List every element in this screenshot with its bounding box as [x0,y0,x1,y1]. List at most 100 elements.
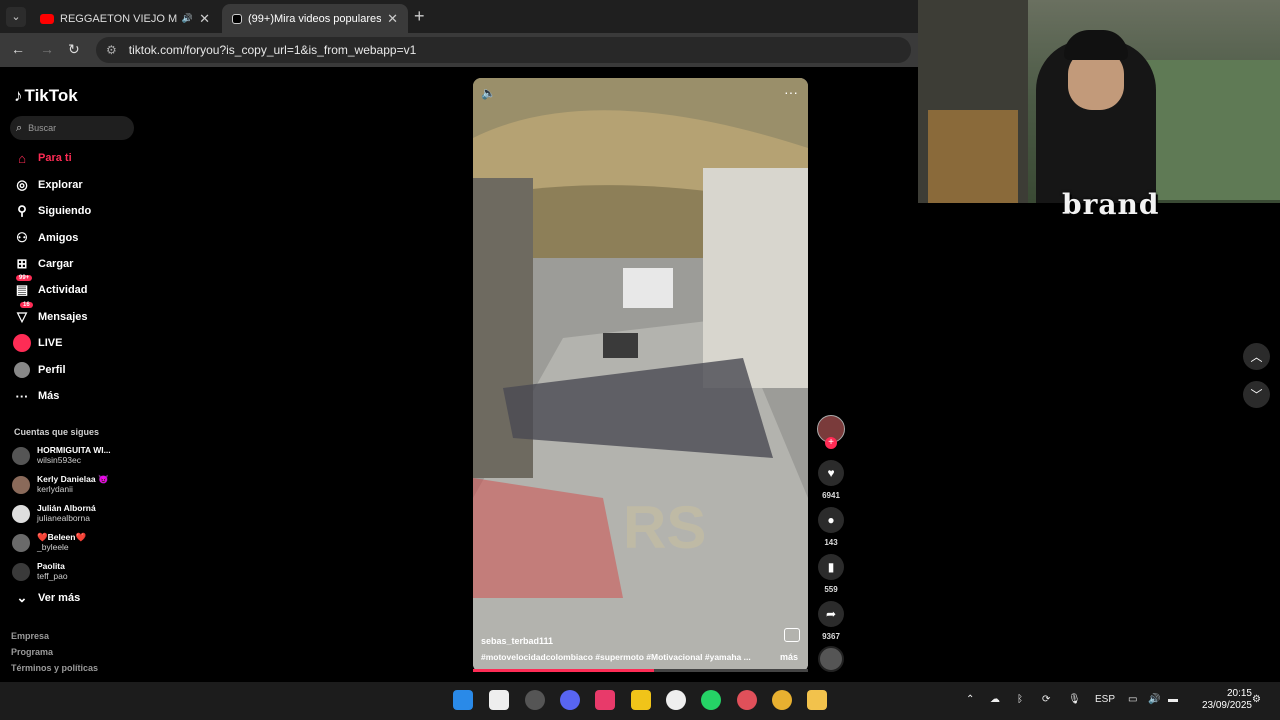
discord-icon[interactable] [560,690,580,710]
streamer-cap [1064,30,1128,60]
volume-tray-icon[interactable]: 🔊 [1148,694,1160,705]
next-video-button[interactable]: ﹀ [1243,381,1270,408]
bluetooth-icon[interactable]: ᛒ [1017,694,1023,705]
file-explorer-icon[interactable] [807,690,827,710]
tray-chevron-up-icon[interactable]: ⌃ [966,694,974,705]
see-more-button[interactable]: ⌄ Ver más [12,588,81,608]
site-info-icon[interactable]: ⚙ [106,43,117,57]
chevron-down-icon: ﹀ [1250,388,1263,402]
followed-account[interactable]: Kerly Danielaa 😈 kerlydanii [12,474,109,494]
capcut-icon[interactable] [489,690,509,710]
clock-date: 23/09/2025 [1201,700,1252,711]
share-icon: ➦ [825,607,837,621]
new-tab-button[interactable]: + [414,6,425,27]
avatar [12,563,30,581]
followed-account[interactable]: Julián Alborná julianealborna [12,503,96,523]
nav-perfil[interactable]: Perfil [12,360,66,380]
like-button[interactable]: ♥ [818,460,844,486]
profile-icon [12,361,32,379]
account-username: teff_pao [37,571,68,581]
tab-search-button[interactable]: ⌄ [6,7,26,27]
music-disc-icon[interactable] [818,646,844,672]
microphone-icon[interactable]: 🎙 [1068,694,1081,705]
save-count: 559 [824,585,838,594]
sticky-notes-icon[interactable] [631,690,651,710]
nav-live[interactable]: LIVE [12,333,62,353]
nav-cargar[interactable]: ⊞ Cargar [12,254,74,274]
video-frame: RS [473,78,808,672]
nav-mas[interactable]: ··· Más [12,386,60,406]
comment-button[interactable]: ● [818,507,844,533]
tab-title: REGGAETON VIEJO MIX [60,12,178,25]
reload-icon[interactable]: ↻ [68,41,80,58]
video-progress-fill [473,669,654,672]
nav-mensajes[interactable]: ▽ 16 Mensajes [12,302,88,327]
footer-link-empresa[interactable]: Empresa [11,631,49,641]
battery-icon[interactable]: ▬ [1168,694,1178,705]
forward-icon[interactable]: → [40,41,54,57]
network-icon[interactable]: ▭ [1128,694,1137,705]
tab-reggaeton[interactable]: REGGAETON VIEJO MIX 🔊 ✕ [30,4,220,33]
video-progress-bar[interactable] [473,669,808,672]
url-text: tiktok.com/foryou?is_copy_url=1&is_from_… [128,43,417,57]
nav-actividad[interactable]: ▤ 99+ Actividad [12,275,88,300]
windows-start-icon[interactable] [453,690,473,710]
nav-amigos[interactable]: ⚇ Amigos [12,228,78,248]
tray-app-icon[interactable]: ☁ [990,694,1000,705]
search-icon: ⌕ [16,121,23,134]
picture-in-picture-icon[interactable] [784,628,800,642]
messages-badge: 16 [20,302,33,308]
avatar [12,534,30,552]
followed-account[interactable]: HORMIGUITA WI... wilsin593ec [12,445,111,465]
heart-icon: ♥ [827,466,835,480]
obs-icon[interactable] [525,690,545,710]
todo-icon[interactable] [737,690,757,710]
followed-account[interactable]: Paolita teff_pao [12,561,68,581]
followed-account[interactable]: ❤️Beleen❤️ _byleele [12,532,86,552]
previous-video-button[interactable]: ︿ [1243,343,1270,370]
account-username: kerlydanii [37,484,73,494]
video-author[interactable]: sebas_terbad111 [481,636,553,646]
search-input[interactable]: ⌕ Buscar [10,116,134,140]
app-icon[interactable] [666,690,686,710]
close-tab-icon[interactable]: ✕ [387,11,398,27]
video-hashtags[interactable]: #motovelocidadcolombiaco #supermoto #Mot… [481,652,751,662]
messages-icon: ▽ 16 [12,302,33,326]
whatsapp-icon[interactable] [701,690,721,710]
person-plus-icon: ⚲ [17,203,27,218]
account-username: _byleele [37,542,69,552]
language-indicator[interactable]: ESP [1095,694,1115,705]
tiktok-logo[interactable]: ♪ TikTok [14,86,78,106]
sync-icon[interactable]: ⟳ [1042,694,1050,705]
clock-time: 20:15 [1226,688,1252,699]
system-clock[interactable]: 20:15 23/09/2025 [1190,688,1252,712]
share-button[interactable]: ➦ [818,601,844,627]
nav-explorar[interactable]: ◎ Explorar [12,175,82,195]
volume-icon[interactable]: 🔈 [481,86,496,100]
upload-icon: ⊞ [16,256,28,271]
activity-icon: ▤ 99+ [12,275,33,299]
more-icon: ··· [15,388,29,404]
close-tab-icon[interactable]: ✕ [199,11,210,27]
back-icon[interactable]: ← [11,41,25,57]
nav-para-ti[interactable]: ⌂ Para ti [12,148,72,168]
tab-tiktok[interactable]: (99+)Mira videos populares sel ✕ [222,4,408,33]
video-options-icon[interactable]: ··· [784,84,798,100]
comment-icon: ● [827,513,835,527]
address-bar[interactable]: ⚙ tiktok.com/foryou?is_copy_url=1&is_fro… [96,37,911,63]
tiktok-app-icon[interactable] [595,690,615,710]
compass-icon: ◎ [16,177,28,192]
save-button[interactable]: ▮ [818,554,844,580]
video-more-button[interactable]: más [780,652,798,662]
footer-link-programa[interactable]: Programa [11,647,53,657]
account-name: HORMIGUITA WI... [37,445,111,455]
notification-icon[interactable]: ⚙ [1252,694,1261,705]
nav-siguiendo[interactable]: ⚲ Siguiendo [12,201,91,221]
footer-link-terminos[interactable]: Términos y políticas [11,663,98,673]
speaker-icon: 🔊 [181,13,194,23]
chrome-icon[interactable] [772,690,792,710]
browser-tab-strip: ⌄ REGGAETON VIEJO MIX 🔊 ✕ (99+)Mira vide… [0,0,918,33]
video-player[interactable]: RS [473,78,808,672]
follow-plus-icon[interactable]: + [825,437,837,449]
share-count: 9367 [822,632,840,641]
